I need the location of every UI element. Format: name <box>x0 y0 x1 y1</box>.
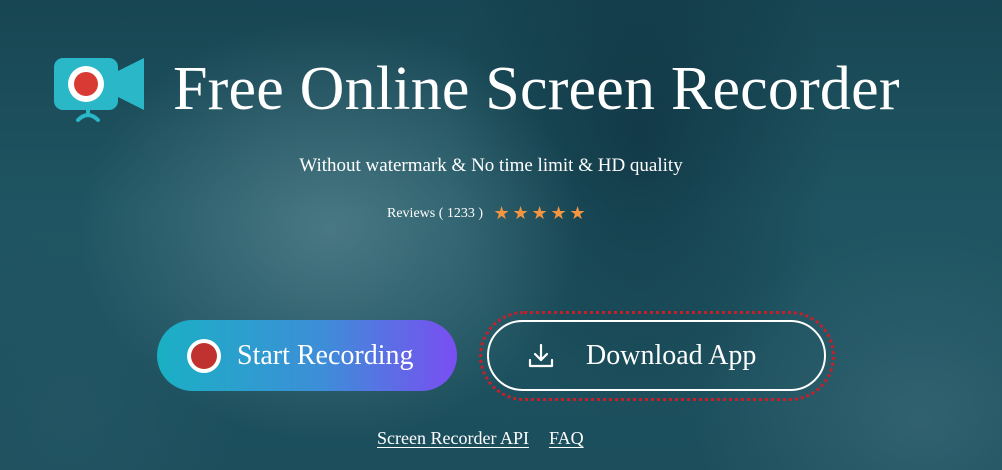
star-icon: ★ <box>550 203 567 224</box>
download-icon <box>528 343 554 367</box>
star-icon: ★ <box>569 203 586 224</box>
star-icon: ★ <box>512 203 529 224</box>
start-recording-button[interactable]: Start Recording <box>157 320 457 391</box>
faq-link[interactable]: FAQ <box>549 427 584 449</box>
star-icon: ★ <box>531 203 548 224</box>
tagline: Without watermark & No time limit & HD q… <box>299 155 683 176</box>
start-recording-label: Start Recording <box>237 339 414 371</box>
download-app-label: Download App <box>586 339 757 371</box>
download-app-button[interactable]: Download App <box>487 320 826 391</box>
star-icon: ★ <box>493 203 510 224</box>
screen-recorder-logo-icon <box>54 58 144 122</box>
star-rating: ★ ★ ★ ★ ★ <box>492 204 587 224</box>
footer-links: Screen Recorder API FAQ <box>377 427 584 449</box>
reviews-summary: Reviews ( 1233 ) ★ ★ ★ ★ ★ <box>387 204 587 224</box>
page-title: Free Online Screen Recorder <box>173 55 900 123</box>
record-icon <box>187 338 221 373</box>
reviews-count: Reviews ( 1233 ) <box>387 206 484 221</box>
screen-recorder-api-link[interactable]: Screen Recorder API <box>377 427 529 449</box>
